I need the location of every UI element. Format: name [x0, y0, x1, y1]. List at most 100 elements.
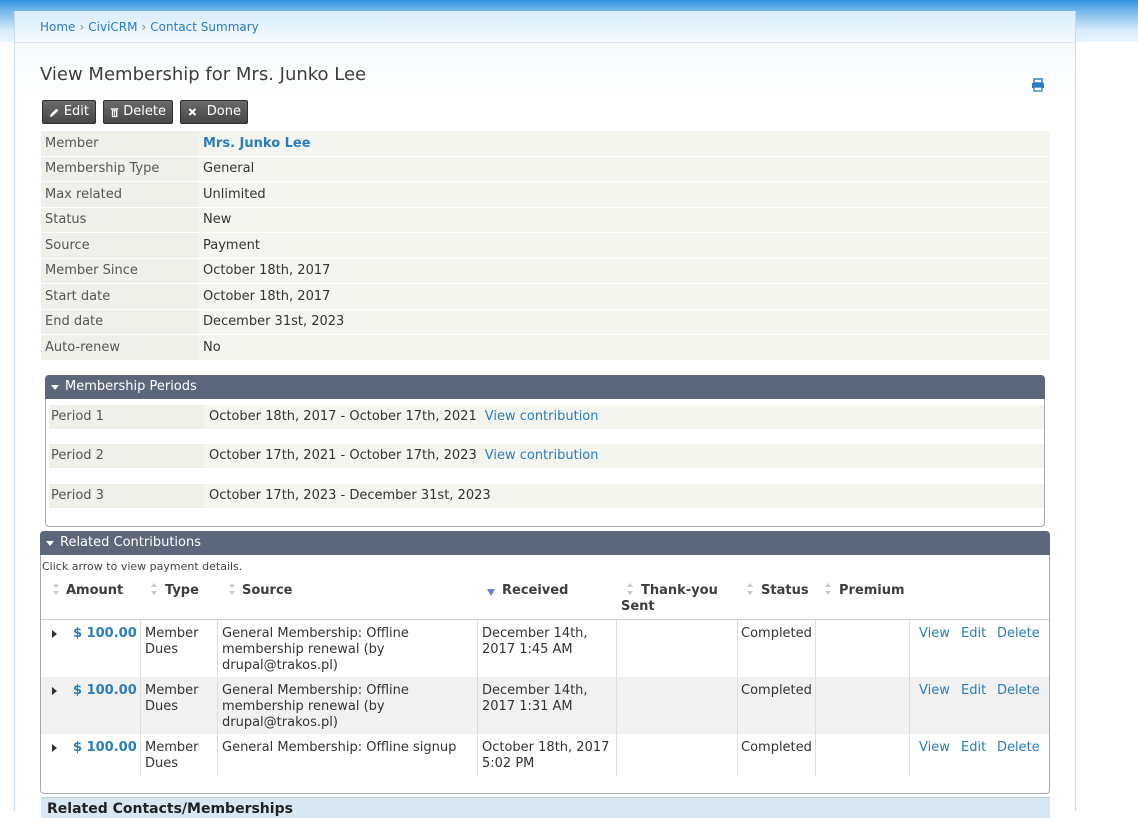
detail-row: Status New — [41, 207, 1050, 233]
print-icon[interactable] — [1031, 78, 1045, 92]
amount-cell: $ 100.00 — [73, 626, 137, 641]
type-line: Member — [145, 626, 199, 641]
received-line: December 14th, — [482, 626, 588, 641]
received-cell: December 14th, 2017 1:45 AM — [482, 626, 588, 658]
column-divider — [909, 677, 910, 734]
delete-button[interactable]: Delete — [103, 100, 173, 124]
column-header-received[interactable]: Received — [502, 583, 568, 598]
period-row: Period 1 October 18th, 2017 - October 17… — [49, 405, 1044, 429]
detail-row: Member Mrs. Junko Lee — [41, 131, 1050, 157]
view-link[interactable]: View — [919, 683, 950, 699]
detail-value: General — [199, 156, 1050, 182]
breadcrumb-contact-summary[interactable]: Contact Summary — [150, 20, 259, 34]
period-row: Period 2 October 17th, 2021 - October 17… — [49, 444, 1044, 468]
column-header-premium[interactable]: Premium — [839, 583, 905, 598]
membership-periods-toggle[interactable]: Membership Periods — [45, 375, 1045, 399]
related-contributions-title: Related Contributions — [60, 535, 201, 550]
type-cell: Member Dues — [145, 626, 198, 658]
edit-button[interactable]: Edit — [42, 100, 96, 124]
view-contribution-link[interactable]: View contribution — [485, 448, 599, 463]
received-line: October 18th, 2017 — [482, 740, 610, 755]
column-divider — [737, 620, 738, 677]
source-line: membership renewal (by — [222, 699, 385, 714]
breadcrumb-separator: › — [79, 20, 85, 34]
detail-label: Member Since — [41, 258, 199, 284]
delete-link[interactable]: Delete — [997, 683, 1040, 699]
sort-icon[interactable] — [824, 582, 832, 596]
sort-desc-icon[interactable] — [487, 585, 495, 599]
column-divider — [616, 734, 617, 776]
column-divider — [477, 677, 478, 734]
detail-value: New — [199, 207, 1050, 233]
detail-value: October 18th, 2017 — [199, 283, 1050, 310]
related-contacts-section-header[interactable]: Related Contacts/Memberships — [41, 797, 1050, 818]
source-line: drupal@trakos.pl) — [222, 658, 338, 673]
column-header-status[interactable]: Status — [761, 583, 809, 598]
detail-value: October 18th, 2017 — [199, 258, 1050, 284]
sort-icon[interactable] — [52, 582, 60, 596]
column-divider — [217, 677, 218, 734]
type-line: Dues — [145, 699, 179, 714]
column-divider — [477, 734, 478, 776]
period-label: Period 3 — [49, 484, 204, 508]
status-cell: Completed — [741, 626, 812, 641]
column-divider — [616, 677, 617, 734]
sort-icon[interactable] — [746, 582, 754, 596]
pencil-icon — [49, 108, 59, 117]
detail-label: Start date — [41, 283, 199, 310]
column-header-amount[interactable]: Amount — [66, 583, 123, 598]
related-contacts-title: Related Contacts/Memberships — [47, 801, 293, 817]
view-link[interactable]: View — [919, 740, 950, 756]
detail-label: Auto-renew — [41, 334, 199, 361]
source-line: General Membership: Offline signup — [222, 740, 457, 755]
table-row: $ 100.00 Member Dues General Membership: … — [41, 734, 1049, 776]
sort-icon[interactable] — [150, 582, 158, 596]
column-divider — [815, 677, 816, 734]
sort-icon[interactable] — [228, 582, 236, 596]
period-label: Period 2 — [49, 444, 204, 468]
payment-details-hint: Click arrow to view payment details. — [42, 560, 243, 573]
source-line: drupal@trakos.pl) — [222, 715, 338, 730]
status-cell: Completed — [741, 740, 812, 755]
source-cell: General Membership: Offline membership re… — [222, 683, 409, 731]
detail-row: Max related Unlimited — [41, 181, 1050, 208]
related-contributions-toggle[interactable]: Related Contributions — [40, 531, 1050, 555]
edit-link[interactable]: Edit — [961, 740, 986, 756]
detail-row: Member Since October 18th, 2017 — [41, 258, 1050, 284]
detail-row: Start date October 18th, 2017 — [41, 283, 1050, 310]
type-cell: Member Dues — [145, 740, 198, 772]
type-line: Member — [145, 683, 199, 698]
expand-arrow-icon[interactable] — [52, 687, 57, 695]
received-cell: December 14th, 2017 1:31 AM — [482, 683, 588, 715]
column-header-thank-you-sent[interactable]: Thank-you Sent — [621, 583, 731, 615]
period-range: October 18th, 2017 - October 17th, 2021 — [209, 409, 477, 424]
view-link[interactable]: View — [919, 626, 950, 642]
done-button-label: Done — [206, 104, 241, 119]
column-divider — [217, 734, 218, 776]
received-cell: October 18th, 2017 5:02 PM — [482, 740, 609, 772]
type-line: Dues — [145, 642, 179, 657]
column-header-source[interactable]: Source — [242, 583, 292, 598]
detail-label: Max related — [41, 181, 199, 208]
source-cell: General Membership: Offline membership re… — [222, 626, 409, 674]
done-button[interactable]: Done — [180, 100, 248, 124]
detail-value: Unlimited — [199, 181, 1050, 208]
period-value: October 17th, 2023 - December 31st, 2023 — [204, 484, 1044, 508]
view-contribution-link[interactable]: View contribution — [485, 409, 599, 424]
breadcrumb: Home › CiviCRM › Contact Summary — [40, 20, 259, 34]
edit-link[interactable]: Edit — [961, 683, 986, 699]
edit-button-label: Edit — [63, 104, 89, 119]
detail-value: No — [199, 334, 1050, 361]
received-line: December 14th, — [482, 683, 588, 698]
delete-link[interactable]: Delete — [997, 740, 1040, 756]
breadcrumb-home[interactable]: Home — [40, 20, 75, 34]
expand-arrow-icon[interactable] — [52, 744, 57, 752]
column-header-type[interactable]: Type — [165, 583, 199, 598]
member-link[interactable]: Mrs. Junko Lee — [203, 136, 311, 151]
expand-arrow-icon[interactable] — [52, 630, 57, 638]
delete-link[interactable]: Delete — [997, 626, 1040, 642]
detail-row: Source Payment — [41, 232, 1050, 259]
breadcrumb-civicrm[interactable]: CiviCRM — [88, 20, 137, 34]
period-range: October 17th, 2021 - October 17th, 2023 — [209, 448, 477, 463]
edit-link[interactable]: Edit — [961, 626, 986, 642]
